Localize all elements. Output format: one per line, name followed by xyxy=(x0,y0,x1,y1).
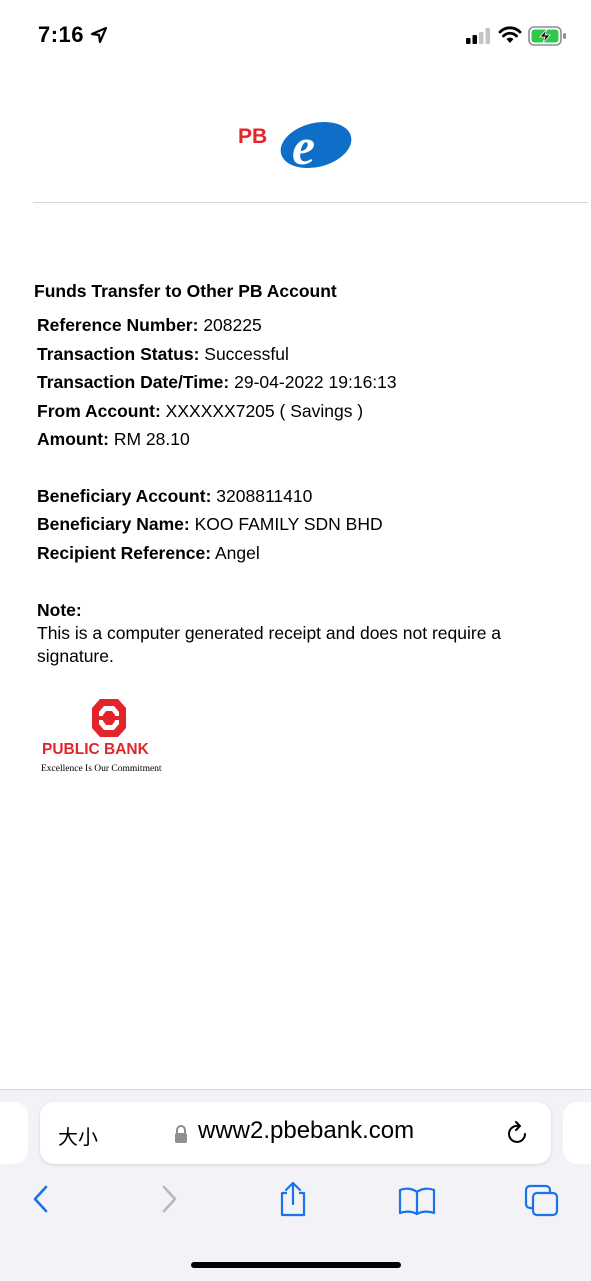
transaction-status-label: Transaction Status: xyxy=(37,343,200,364)
status-bar: 7:16 xyxy=(0,0,591,70)
reload-icon[interactable] xyxy=(506,1120,530,1146)
pbe-logo-e-text: e xyxy=(292,119,315,173)
status-time: 7:16 xyxy=(38,22,85,47)
recipient-reference-row: Recipient Reference: Angel xyxy=(37,539,564,568)
wifi-icon xyxy=(498,26,522,43)
url-text[interactable]: www2.pbebank.com xyxy=(198,1117,414,1145)
home-indicator[interactable] xyxy=(191,1262,401,1268)
amount-label: Amount: xyxy=(37,429,109,449)
public-bank-logo: PUBLIC BANK Excellence Is Our Commitment xyxy=(41,699,162,774)
next-tab-pill[interactable] xyxy=(563,1102,591,1164)
beneficiary-name-value: KOO FAMILY SDN BHD xyxy=(194,514,383,534)
address-bar[interactable]: 大小 www2.pbebank.com xyxy=(40,1102,551,1164)
note-spacer xyxy=(34,567,564,599)
bookmarks-icon[interactable] xyxy=(398,1186,436,1216)
beneficiary-account-row: Beneficiary Account: 3208811410 xyxy=(37,482,564,511)
browser-toolbar: 大小 www2.pbebank.com xyxy=(0,1089,591,1281)
public-bank-tagline: Excellence Is Our Commitment xyxy=(41,764,162,774)
beneficiary-account-label: Beneficiary Account: xyxy=(37,485,212,506)
text-size-button[interactable]: 大小 xyxy=(58,1121,98,1150)
header-divider xyxy=(33,202,588,203)
amount-value: RM 28.10 xyxy=(113,429,190,449)
previous-tab-pill[interactable] xyxy=(0,1102,28,1164)
from-account-value: XXXXXX7205 ( Savings ) xyxy=(165,400,364,421)
note-text: This is a computer generated receipt and… xyxy=(37,623,502,666)
transaction-status-value: Successful xyxy=(204,343,289,364)
beneficiary-account-value: 3208811410 xyxy=(216,485,313,506)
transaction-status-row: Transaction Status: Successful xyxy=(37,340,564,369)
lock-icon xyxy=(175,1125,187,1143)
from-account-row: From Account: XXXXXX7205 ( Savings ) xyxy=(37,397,564,426)
beneficiary-name-row: Beneficiary Name: KOO FAMILY SDN BHD xyxy=(37,510,564,539)
from-account-label: From Account: xyxy=(37,400,161,421)
reference-number-row: Reference Number: 208225 xyxy=(37,311,564,340)
transaction-datetime-row: Transaction Date/Time: 29-04-2022 19:16:… xyxy=(37,368,564,397)
beneficiary-name-label: Beneficiary Name: xyxy=(37,514,190,534)
transaction-datetime-label: Transaction Date/Time: xyxy=(37,372,230,392)
amount-row: Amount: RM 28.10 xyxy=(37,425,564,454)
reference-number-label: Reference Number: xyxy=(37,315,199,335)
location-arrow-icon xyxy=(90,26,108,44)
cellular-signal-icon xyxy=(466,28,490,44)
public-bank-name: PUBLIC BANK xyxy=(42,741,150,758)
note-title: Note: xyxy=(37,600,82,620)
receipt-title: Funds Transfer to Other PB Account xyxy=(34,281,337,301)
transaction-datetime-value: 29-04-2022 19:16:13 xyxy=(234,372,397,392)
forward-icon[interactable] xyxy=(158,1184,180,1214)
reference-number-value: 208225 xyxy=(203,315,262,335)
recipient-reference-value: Angel xyxy=(215,542,260,563)
receipt-content: Funds Transfer to Other PB Account Refer… xyxy=(34,280,564,668)
recipient-reference-label: Recipient Reference: xyxy=(37,542,212,563)
back-icon[interactable] xyxy=(30,1184,52,1214)
tabs-icon[interactable] xyxy=(524,1184,560,1218)
battery-charging-icon xyxy=(528,26,566,46)
pbe-logo: PB e xyxy=(238,119,352,173)
share-icon[interactable] xyxy=(277,1180,309,1218)
pbe-logo-pb-text: PB xyxy=(238,125,267,148)
